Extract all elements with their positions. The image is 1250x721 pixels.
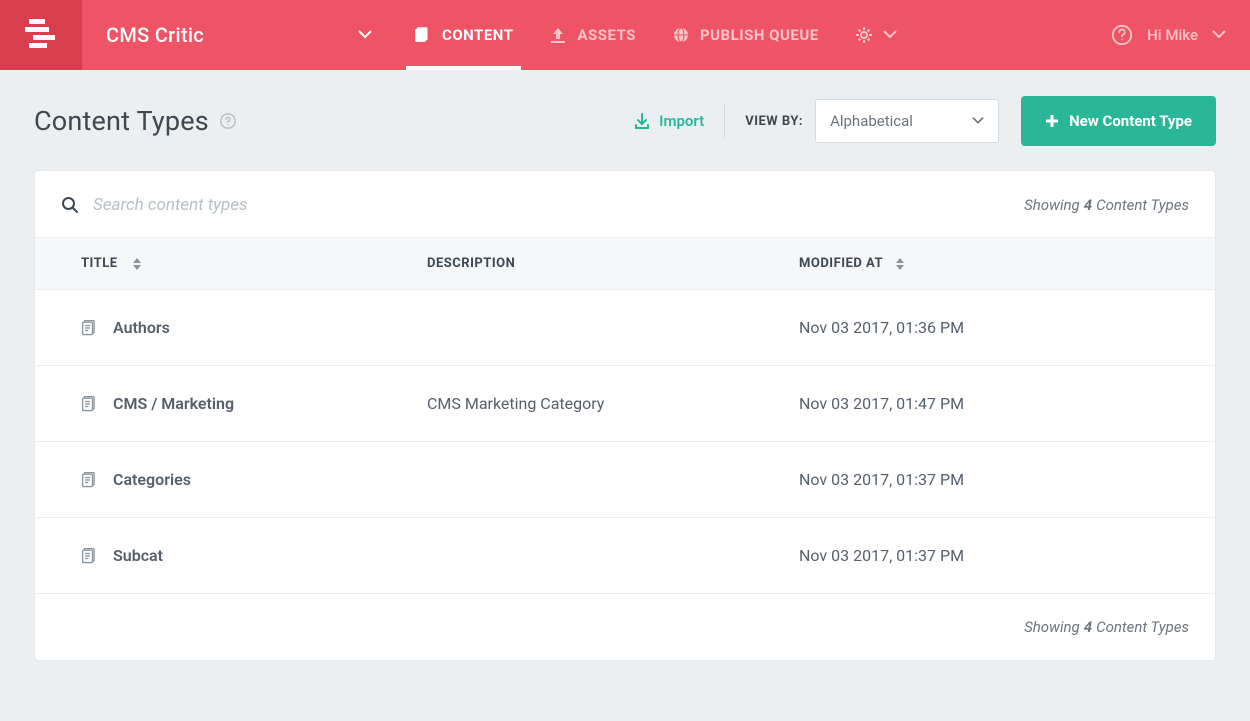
row-modified: Nov 03 2017, 01:37 PM — [799, 470, 964, 489]
table-header: TITLE DESCRIPTION MODIFIED AT — [35, 238, 1215, 290]
plus-icon — [1045, 114, 1059, 128]
content-icon — [414, 26, 432, 44]
document-icon — [81, 547, 99, 565]
column-modified[interactable]: MODIFIED AT — [799, 256, 905, 271]
user-menu[interactable]: Hi Mike — [1087, 0, 1250, 70]
column-title[interactable]: TITLE — [81, 256, 427, 271]
import-icon — [633, 112, 651, 130]
user-greeting: Hi Mike — [1147, 26, 1198, 44]
row-modified: Nov 03 2017, 01:37 PM — [799, 546, 964, 565]
row-title: Subcat — [81, 546, 427, 565]
nav-assets-label: ASSETS — [577, 26, 636, 44]
import-label: Import — [659, 112, 704, 130]
nav-content-label: CONTENT — [442, 26, 513, 44]
search-bar: Showing 4 Content Types — [35, 171, 1215, 238]
chevron-down-icon — [1212, 28, 1226, 42]
table-row[interactable]: CMS / MarketingCMS Marketing CategoryNov… — [35, 366, 1215, 442]
nav-publish-queue[interactable]: PUBLISH QUEUE — [654, 0, 837, 70]
sort-icon — [895, 258, 905, 270]
import-button[interactable]: Import — [613, 104, 725, 138]
app-switcher[interactable]: CMS Critic — [82, 0, 396, 70]
view-by-group: VIEW BY: Alphabetical — [725, 99, 999, 143]
nav-settings[interactable] — [837, 0, 915, 70]
nav-content[interactable]: CONTENT — [396, 0, 531, 70]
sort-icon — [132, 258, 142, 270]
column-description: DESCRIPTION — [427, 256, 799, 271]
gear-icon — [855, 26, 873, 44]
chevron-down-icon — [972, 115, 984, 127]
view-by-label: VIEW BY: — [745, 114, 803, 129]
chevron-down-icon — [358, 28, 372, 42]
search-icon — [61, 196, 79, 214]
table-row[interactable]: Authors Nov 03 2017, 01:36 PM — [35, 290, 1215, 366]
document-icon — [81, 395, 99, 413]
upload-icon — [549, 26, 567, 44]
table-row[interactable]: Subcat Nov 03 2017, 01:37 PM — [35, 518, 1215, 593]
new-button-label: New Content Type — [1069, 112, 1192, 130]
help-icon — [1111, 24, 1133, 46]
page-title: Content Types — [34, 105, 209, 137]
showing-summary: Showing 4 Content Types — [1024, 196, 1189, 214]
row-title: Authors — [81, 318, 427, 337]
nav-publish-label: PUBLISH QUEUE — [700, 26, 819, 44]
globe-icon — [672, 26, 690, 44]
main-nav: CONTENT ASSETS PUBLISH QUEUE — [396, 0, 915, 70]
document-icon — [81, 471, 99, 489]
search-input[interactable] — [93, 195, 1024, 215]
page-header: Content Types Import VIEW BY: Alphabetic… — [0, 70, 1250, 170]
table-footer: Showing 4 Content Types — [35, 593, 1215, 660]
app-title: CMS Critic — [106, 23, 204, 47]
row-description: CMS Marketing Category — [427, 394, 799, 413]
content-types-list: Showing 4 Content Types TITLE DESCRIPTIO… — [34, 170, 1216, 661]
table-row[interactable]: Categories Nov 03 2017, 01:37 PM — [35, 442, 1215, 518]
row-title: CMS / Marketing — [81, 394, 427, 413]
view-by-value: Alphabetical — [830, 112, 913, 130]
chevron-down-icon — [883, 28, 897, 42]
document-icon — [81, 319, 99, 337]
row-title: Categories — [81, 470, 427, 489]
view-by-select[interactable]: Alphabetical — [815, 99, 999, 143]
row-modified: Nov 03 2017, 01:47 PM — [799, 394, 964, 413]
row-modified: Nov 03 2017, 01:36 PM — [799, 318, 964, 337]
top-navbar: CMS Critic CONTENT ASSETS PUBLISH QUEUE … — [0, 0, 1250, 70]
help-icon[interactable] — [219, 112, 237, 130]
app-logo[interactable] — [0, 0, 82, 70]
nav-assets[interactable]: ASSETS — [531, 0, 654, 70]
logo-icon — [21, 15, 61, 55]
showing-summary: Showing 4 Content Types — [1024, 618, 1189, 636]
new-content-type-button[interactable]: New Content Type — [1021, 96, 1216, 146]
